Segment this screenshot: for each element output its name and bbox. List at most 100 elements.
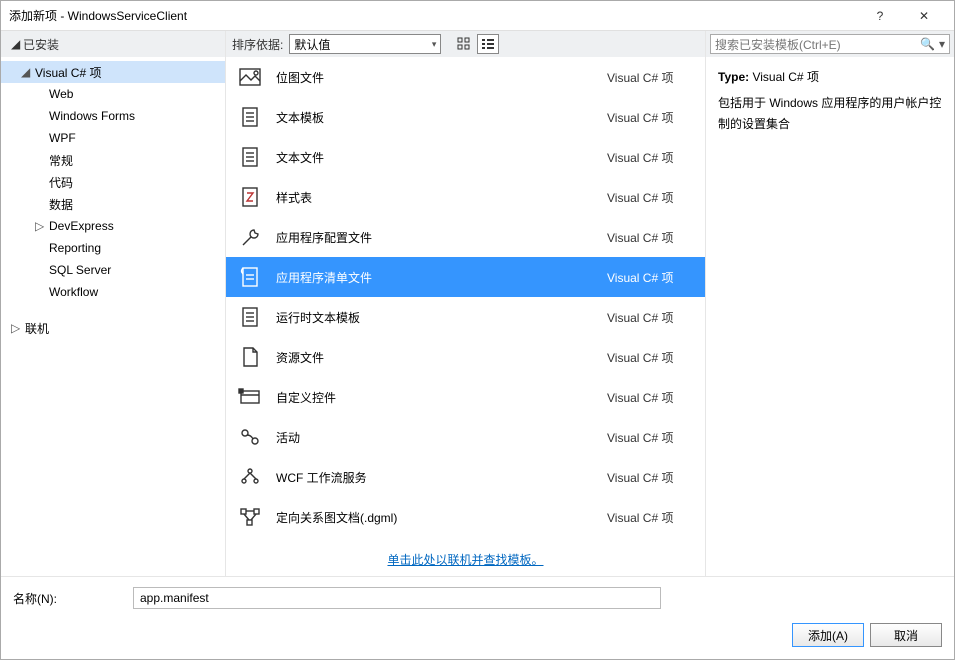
- template-row[interactable]: 文本文件Visual C# 项: [226, 137, 705, 177]
- online-section-header[interactable]: ▷ 联机: [1, 317, 225, 339]
- template-list-panel: 排序依据: 默认值 ▾ 位图文件Visual C# 项文本模板Visual C#…: [226, 31, 706, 576]
- tree-item[interactable]: 常规: [1, 149, 225, 171]
- details-view-button[interactable]: [477, 34, 499, 54]
- small-icons-button[interactable]: [453, 34, 475, 54]
- template-row[interactable]: 资源文件Visual C# 项: [226, 337, 705, 377]
- grid-small-icon: [457, 37, 471, 51]
- tree-item[interactable]: ▷ DevExpress: [1, 215, 225, 237]
- cancel-button[interactable]: 取消: [870, 623, 942, 647]
- tree-item[interactable]: Windows Forms: [1, 105, 225, 127]
- graph-icon: [234, 503, 266, 531]
- tree-item[interactable]: WPF: [1, 127, 225, 149]
- template-type: Visual C# 项: [607, 429, 697, 446]
- sort-by-dropdown[interactable]: 默认值 ▾: [289, 34, 441, 54]
- template-type: Visual C# 项: [607, 189, 697, 206]
- template-name: 运行时文本模板: [276, 309, 607, 326]
- window-title: 添加新项 - WindowsServiceClient: [9, 7, 187, 24]
- template-type: Visual C# 项: [607, 269, 697, 286]
- template-type: Visual C# 项: [607, 69, 697, 86]
- tree-item-label: Workflow: [49, 285, 98, 299]
- template-row[interactable]: 自定义控件Visual C# 项: [226, 377, 705, 417]
- type-label: Type:: [718, 70, 749, 84]
- tree-item[interactable]: Reporting: [1, 237, 225, 259]
- template-list[interactable]: 位图文件Visual C# 项文本模板Visual C# 项文本文件Visual…: [226, 57, 705, 576]
- view-toggle: [453, 34, 499, 54]
- doc-icon: [234, 303, 266, 331]
- chevron-right-icon: ▷: [35, 219, 45, 233]
- template-row[interactable]: 样式表Visual C# 项: [226, 177, 705, 217]
- template-description: 包括用于 Windows 应用程序的用户帐户控制的设置集合: [718, 93, 942, 134]
- manifest-icon: [234, 263, 266, 291]
- content-area: ◢ 已安装 ◢ Visual C# 项 Web Windows Forms WPF 常…: [1, 31, 954, 576]
- template-name: 应用程序清单文件: [276, 269, 607, 286]
- template-row[interactable]: 文本模板Visual C# 项: [226, 97, 705, 137]
- style-icon: [234, 183, 266, 211]
- template-row[interactable]: 应用程序清单文件Visual C# 项: [226, 257, 705, 297]
- help-button[interactable]: ?: [858, 1, 902, 31]
- online-label: 联机: [25, 320, 49, 337]
- chevron-down-icon: ◢: [11, 37, 19, 51]
- close-button[interactable]: ✕: [902, 1, 946, 31]
- add-button[interactable]: 添加(A): [792, 623, 864, 647]
- dropdown-icon: ▾: [939, 37, 945, 51]
- template-name: WCF 工作流服务: [276, 469, 607, 486]
- tree-item-label: DevExpress: [49, 219, 114, 233]
- template-row[interactable]: WCF 工作流服务Visual C# 项: [226, 457, 705, 497]
- template-type: Visual C# 项: [607, 509, 697, 526]
- sort-by-value: 默认值: [294, 36, 330, 53]
- template-name: 应用程序配置文件: [276, 229, 607, 246]
- tree-item-label: 常规: [49, 152, 73, 169]
- template-row[interactable]: 运行时文本模板Visual C# 项: [226, 297, 705, 337]
- template-row[interactable]: 活动Visual C# 项: [226, 417, 705, 457]
- name-input[interactable]: [133, 587, 661, 609]
- template-type: Visual C# 项: [607, 309, 697, 326]
- tree-root-visual-csharp[interactable]: ◢ Visual C# 项: [1, 61, 225, 83]
- dialog-buttons: 添加(A) 取消: [13, 623, 942, 647]
- template-toolbar: 排序依据: 默认值 ▾: [226, 31, 705, 57]
- template-row[interactable]: 位图文件Visual C# 项: [226, 57, 705, 97]
- tree-item-label: Windows Forms: [49, 109, 135, 123]
- tree-item[interactable]: Web: [1, 83, 225, 105]
- tree-item-label: SQL Server: [49, 263, 111, 277]
- tree-item[interactable]: Workflow: [1, 281, 225, 303]
- search-placeholder: 搜索已安装模板(Ctrl+E): [715, 36, 920, 53]
- search-online-link[interactable]: 单击此处以联机并查找模板。: [226, 537, 705, 576]
- template-name: 文本模板: [276, 109, 607, 126]
- tree-item[interactable]: SQL Server: [1, 259, 225, 281]
- sort-by-label: 排序依据:: [232, 36, 283, 53]
- template-type: Visual C# 项: [607, 149, 697, 166]
- template-name: 定向关系图文档(.dgml): [276, 509, 607, 526]
- tree-item[interactable]: 代码: [1, 171, 225, 193]
- help-icon: ?: [877, 9, 884, 23]
- titlebar: 添加新项 - WindowsServiceClient ? ✕: [1, 1, 954, 31]
- name-row: 名称(N):: [13, 587, 942, 609]
- doc-icon: [234, 143, 266, 171]
- template-type: Visual C# 项: [607, 389, 697, 406]
- tree-item-label: 代码: [49, 174, 73, 191]
- tree-item-label: WPF: [49, 131, 76, 145]
- chevron-down-icon: ◢: [21, 65, 31, 79]
- installed-label: 已安装: [23, 36, 59, 53]
- template-type: Visual C# 项: [607, 469, 697, 486]
- search-bar: 搜索已安装模板(Ctrl+E) 🔍 ▾: [706, 31, 954, 57]
- template-info: Type: Visual C# 项 包括用于 Windows 应用程序的用户帐户…: [706, 57, 954, 144]
- template-name: 活动: [276, 429, 607, 446]
- template-row[interactable]: 定向关系图文档(.dgml)Visual C# 项: [226, 497, 705, 537]
- template-type: Visual C# 项: [607, 109, 697, 126]
- installed-section-header[interactable]: ◢ 已安装: [1, 31, 225, 57]
- search-input[interactable]: 搜索已安装模板(Ctrl+E) 🔍 ▾: [710, 34, 950, 54]
- activity-icon: [234, 423, 266, 451]
- template-type: Visual C# 项: [607, 229, 697, 246]
- name-label: 名称(N):: [13, 590, 123, 607]
- workflow-icon: [234, 463, 266, 491]
- tree-item[interactable]: 数据: [1, 193, 225, 215]
- template-type: Visual C# 项: [607, 349, 697, 366]
- category-tree-panel: ◢ 已安装 ◢ Visual C# 项 Web Windows Forms WPF 常…: [1, 31, 226, 576]
- list-icon: [481, 37, 495, 51]
- control-icon: [234, 383, 266, 411]
- image-icon: [234, 63, 266, 91]
- details-panel: 搜索已安装模板(Ctrl+E) 🔍 ▾ Type: Visual C# 项 包括…: [706, 31, 954, 576]
- doc-icon: [234, 103, 266, 131]
- template-row[interactable]: 应用程序配置文件Visual C# 项: [226, 217, 705, 257]
- tree-item-label: 数据: [49, 196, 73, 213]
